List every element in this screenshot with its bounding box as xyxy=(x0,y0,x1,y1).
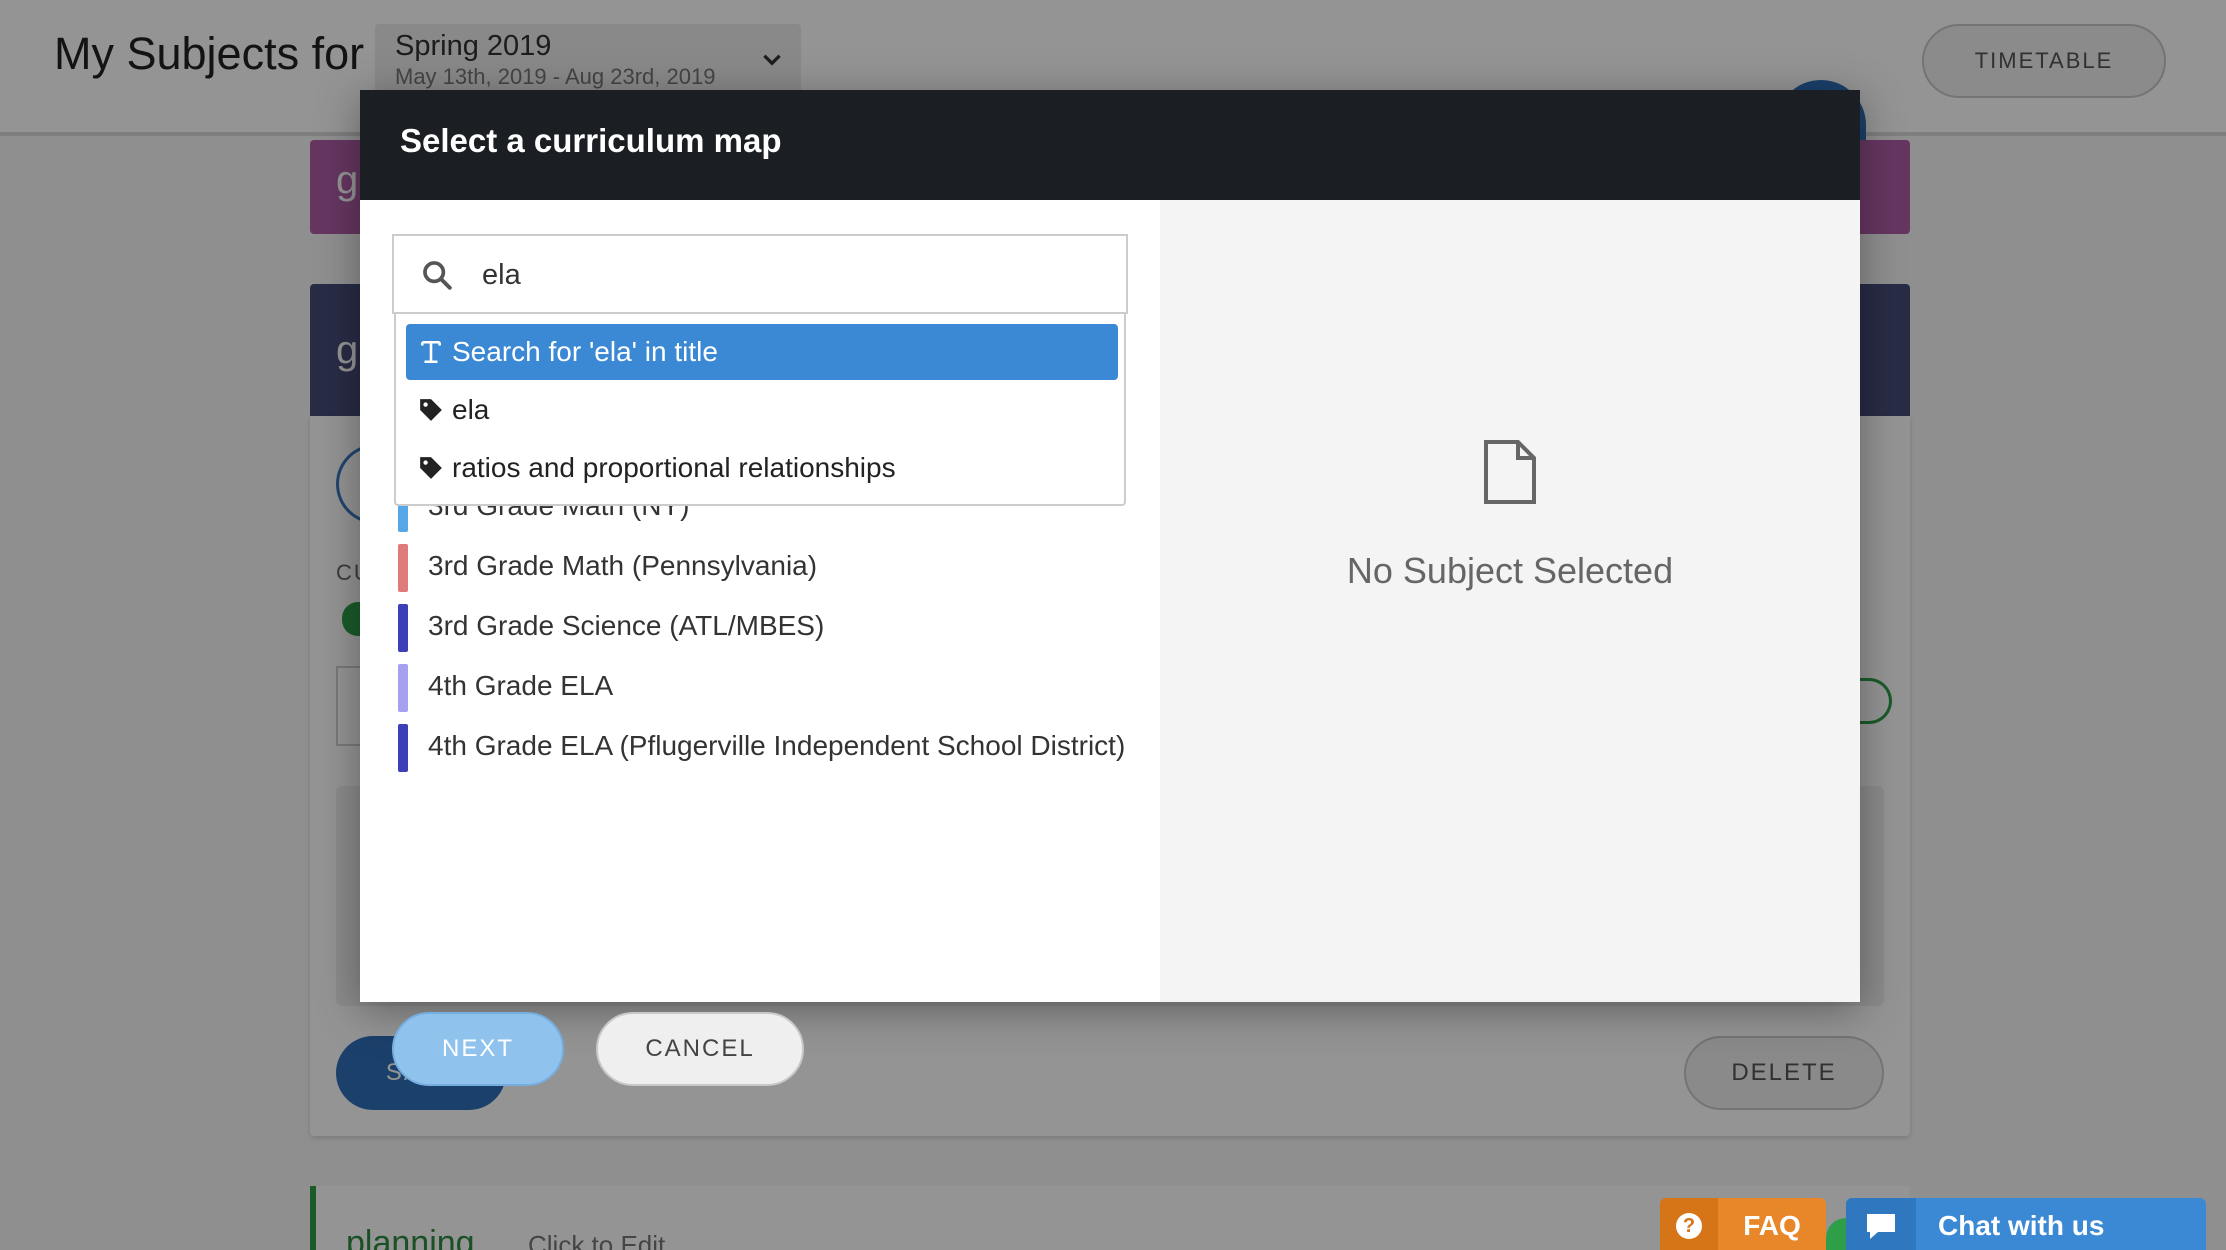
subject-color-swatch xyxy=(398,664,408,712)
search-icon xyxy=(423,261,452,290)
subject-color-swatch xyxy=(398,604,408,652)
modal-header: Select a curriculum map xyxy=(360,90,1860,200)
empty-state-text: No Subject Selected xyxy=(1346,550,1674,591)
subject-preview-panel: No Subject Selected xyxy=(1160,200,1860,1002)
suggestion-item[interactable]: ratios and proportional relationships xyxy=(406,440,1118,496)
help-icon: ? xyxy=(1660,1198,1718,1250)
modal-title: Select a curriculum map xyxy=(400,122,782,159)
tag-icon xyxy=(420,457,442,479)
faq-button[interactable]: ? FAQ xyxy=(1660,1198,1826,1250)
subject-picker-panel: 3rd Grade Math (ATL/ MBES)3rd Grade Math… xyxy=(360,200,1160,1086)
search-suggestions: Search for 'ela' in title ela ratios and p… xyxy=(394,314,1126,506)
suggestion-item[interactable]: Search for 'ela' in title xyxy=(406,324,1118,380)
subject-list-item[interactable]: 4th Grade ELA (Pflugerville Independent … xyxy=(398,718,1138,778)
chat-bubble-icon xyxy=(1846,1198,1916,1250)
next-button[interactable]: NEXT xyxy=(392,1012,564,1086)
suggestion-label: ratios and proportional relationships xyxy=(452,452,896,483)
subject-name: 4th Grade ELA xyxy=(428,670,614,701)
subject-color-swatch xyxy=(398,544,408,592)
tag-icon xyxy=(420,399,442,421)
faq-label: FAQ xyxy=(1743,1210,1801,1241)
subject-name: 3rd Grade Math (Pennsylvania) xyxy=(428,550,818,581)
cancel-button[interactable]: CANCEL xyxy=(596,1012,804,1086)
subject-list-item[interactable]: 3rd Grade Math (Pennsylvania) xyxy=(398,538,1138,598)
chat-label: Chat with us xyxy=(1938,1210,2105,1241)
search-input[interactable] xyxy=(482,250,1102,300)
text-cursor-icon xyxy=(421,340,441,364)
suggestion-item[interactable]: ela xyxy=(406,382,1118,438)
curriculum-map-modal: Select a curriculum map 3rd Grade Math (… xyxy=(360,90,1860,1086)
subject-list-item[interactable]: 3rd Grade Science (ATL/MBES) xyxy=(398,598,1138,658)
suggestion-label: Search for 'ela' in title xyxy=(452,336,718,367)
subject-list-item[interactable]: 4th Grade ELA xyxy=(398,658,1138,718)
search-box[interactable] xyxy=(392,234,1128,314)
subject-color-swatch xyxy=(398,724,408,772)
document-icon xyxy=(1484,440,1536,504)
subject-name: 3rd Grade Science (ATL/MBES) xyxy=(428,610,825,641)
suggestion-label: ela xyxy=(452,394,490,425)
subject-name: 4th Grade ELA (Pflugerville Independent … xyxy=(428,730,1126,761)
chat-button[interactable]: Chat with us xyxy=(1846,1198,2206,1250)
